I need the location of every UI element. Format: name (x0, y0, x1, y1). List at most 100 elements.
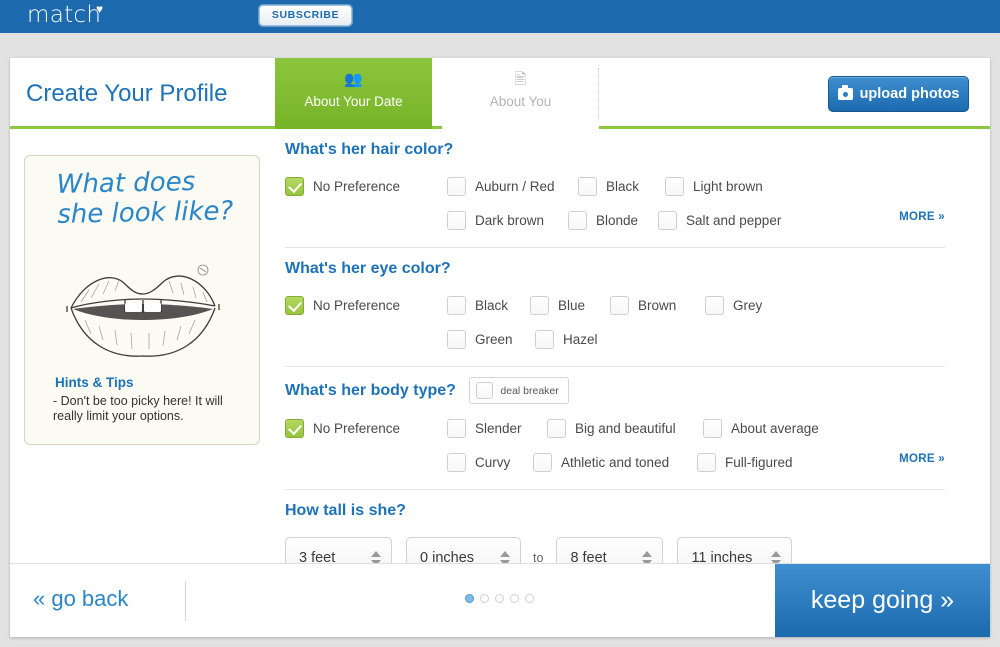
people-icon: 👥 (344, 71, 363, 88)
step-dot-3[interactable] (495, 594, 504, 603)
checkbox-icon (285, 418, 304, 438)
checkbox-icon (447, 329, 466, 349)
option-label: Black (606, 178, 640, 194)
upload-photos-button[interactable]: upload photos (828, 76, 969, 112)
option-label: Full-figured (725, 454, 793, 470)
option-row: No Preference Auburn / Red Black Light b… (285, 171, 945, 205)
checkbox-icon (705, 295, 724, 315)
option-label: Brown (638, 297, 677, 313)
question-body-type: What's her body type? deal breaker No Pr… (285, 367, 945, 490)
hints-sidebar: What does she look like? Hints & Tips - … (24, 155, 260, 445)
checkbox-blonde[interactable]: Blonde (568, 205, 638, 235)
heart-icon: ♥ (96, 2, 104, 16)
profile-page-card: Create Your Profile 👥 About Your Date 🖹 … (10, 58, 990, 637)
option-row: No Preference Black Blue Brown Grey (285, 290, 945, 324)
match-logo[interactable]: match (27, 2, 101, 28)
option-label: No Preference (313, 297, 401, 313)
checkbox-brown[interactable]: Brown (610, 290, 676, 320)
lips-sketch-icon (66, 264, 220, 357)
checkbox-light-brown[interactable]: Light brown (665, 171, 763, 201)
option-row: Green Hazel (285, 324, 945, 358)
checkbox-big-and-beautiful[interactable]: Big and beautiful (547, 413, 676, 443)
top-brand-bar: match ♥ SUBSCRIBE (0, 0, 1000, 33)
step-dot-1[interactable] (465, 594, 474, 603)
more-link-hair-color[interactable]: MORE » (899, 211, 945, 223)
question-body-type-title: What's her body type? (285, 381, 456, 399)
tab-about-you[interactable]: 🖹 About You (442, 58, 599, 129)
checkbox-curvy[interactable]: Curvy (447, 447, 510, 477)
sidebar-headline: What does she look like? (56, 166, 234, 230)
checkbox-no-preference-body[interactable]: No Preference (285, 413, 400, 443)
checkbox-auburn-red[interactable]: Auburn / Red (447, 171, 555, 201)
checkbox-icon (665, 176, 684, 196)
checkbox-icon (568, 210, 587, 230)
id-card-icon: 🖹 (514, 71, 527, 88)
checkbox-green[interactable]: Green (447, 324, 513, 354)
checkbox-icon (447, 295, 466, 315)
checkbox-black-hair[interactable]: Black (578, 171, 639, 201)
subscribe-button[interactable]: SUBSCRIBE (259, 5, 352, 26)
checkbox-icon (447, 210, 466, 230)
option-label: No Preference (313, 420, 401, 436)
checkbox-no-preference-eye[interactable]: No Preference (285, 290, 400, 320)
deal-breaker-label: deal breaker (500, 384, 559, 397)
option-label: About average (731, 420, 819, 436)
checkbox-icon (447, 452, 466, 472)
checkbox-full-figured[interactable]: Full-figured (697, 447, 793, 477)
step-dot-5[interactable] (525, 594, 534, 603)
option-label: Light brown (693, 178, 763, 194)
questions-column: What's her hair color? No Preference Aub… (285, 129, 945, 587)
question-eye-color-title: What's her eye color? (285, 260, 451, 277)
checkbox-black-eye[interactable]: Black (447, 290, 508, 320)
option-row: Dark brown Blonde Salt and pepper MORE » (285, 205, 945, 239)
tab-about-your-date-label: About Your Date (304, 94, 403, 109)
go-back-button[interactable]: « go back (33, 586, 128, 612)
checkbox-slender[interactable]: Slender (447, 413, 522, 443)
question-eye-color: What's her eye color? No Preference Blac… (285, 248, 945, 367)
checkbox-salt-and-pepper[interactable]: Salt and pepper (658, 205, 781, 235)
question-height-title: How tall is she? (285, 502, 406, 519)
option-label: Dark brown (475, 212, 545, 228)
checkbox-blue[interactable]: Blue (530, 290, 585, 320)
checkbox-icon (658, 210, 677, 230)
option-label: Slender (475, 420, 522, 436)
page-header: Create Your Profile 👥 About Your Date 🖹 … (10, 58, 990, 129)
upload-photos-label: upload photos (859, 86, 960, 102)
checkbox-icon (447, 418, 466, 438)
deal-breaker-toggle[interactable]: deal breaker (469, 377, 569, 404)
hints-text: - Don't be too picky here! It will reall… (53, 394, 223, 423)
option-label: No Preference (313, 178, 401, 194)
checkbox-hazel[interactable]: Hazel (535, 324, 598, 354)
tab-about-your-date[interactable]: 👥 About Your Date (275, 58, 432, 129)
checkbox-dark-brown[interactable]: Dark brown (447, 205, 544, 235)
tab-about-you-label: About You (489, 94, 552, 109)
checkbox-athletic-and-toned[interactable]: Athletic and toned (533, 447, 669, 477)
checkbox-icon (476, 382, 494, 399)
checkbox-icon (533, 452, 552, 472)
checkbox-icon (535, 329, 554, 349)
option-row: Curvy Athletic and toned Full-figured MO… (285, 447, 945, 481)
step-dot-4[interactable] (510, 594, 519, 603)
step-dot-2[interactable] (480, 594, 489, 603)
checkbox-about-average[interactable]: About average (703, 413, 819, 443)
page-title: Create Your Profile (26, 80, 228, 107)
checkbox-icon (697, 452, 716, 472)
checkbox-icon (285, 295, 304, 315)
checkbox-no-preference-hair[interactable]: No Preference (285, 171, 400, 201)
option-label: Hazel (563, 331, 598, 347)
option-label: Big and beautiful (575, 420, 676, 436)
checkbox-icon (578, 176, 597, 196)
camera-icon (837, 85, 853, 100)
checkbox-grey[interactable]: Grey (705, 290, 762, 320)
more-link-body-type[interactable]: MORE » (899, 453, 945, 465)
hints-heading: Hints & Tips (55, 375, 134, 390)
question-hair-color: What's her hair color? No Preference Aub… (285, 129, 945, 248)
page-footer: « go back keep going » (10, 563, 990, 637)
keep-going-button[interactable]: keep going » (775, 564, 990, 637)
checkbox-icon (703, 418, 722, 438)
option-label: Athletic and toned (561, 454, 670, 470)
option-label: Blue (558, 297, 586, 313)
option-label: Grey (733, 297, 763, 313)
checkbox-icon (547, 418, 566, 438)
option-label: Blonde (596, 212, 639, 228)
